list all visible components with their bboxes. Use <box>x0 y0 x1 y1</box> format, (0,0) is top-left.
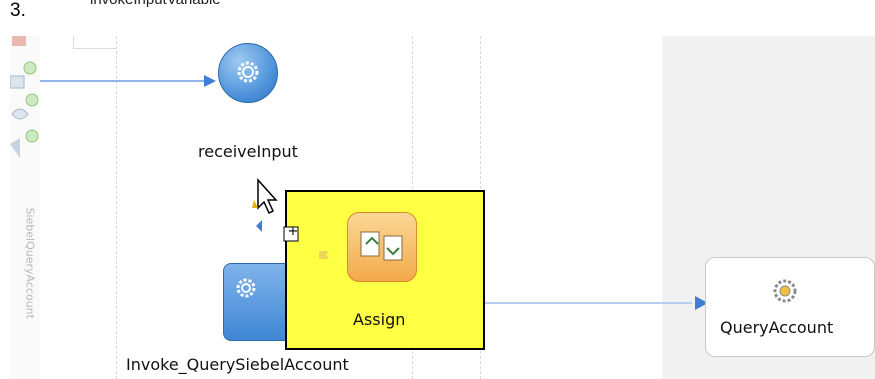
assign-icon <box>360 231 403 261</box>
gear-icon <box>237 61 259 83</box>
receive-activity-label[interactable]: receiveInput <box>198 142 298 161</box>
partner-link-label: QueryAccount <box>720 318 834 337</box>
gear-icon <box>773 279 797 303</box>
flag-icon <box>319 251 329 265</box>
partner-link-queryaccount[interactable]: QueryAccount <box>705 257 875 357</box>
assign-icon-tile <box>347 212 417 282</box>
invoke-activity-label[interactable]: Invoke_QuerySiebelAccount <box>126 355 349 374</box>
assign-activity-label: Assign <box>353 310 406 329</box>
assign-activity-drop-preview[interactable]: Assign <box>285 190 485 350</box>
drag-plus-indicator: + <box>287 224 299 239</box>
gear-icon <box>236 278 256 298</box>
inbound-arrow <box>204 75 216 87</box>
receive-activity-node[interactable] <box>218 43 278 103</box>
